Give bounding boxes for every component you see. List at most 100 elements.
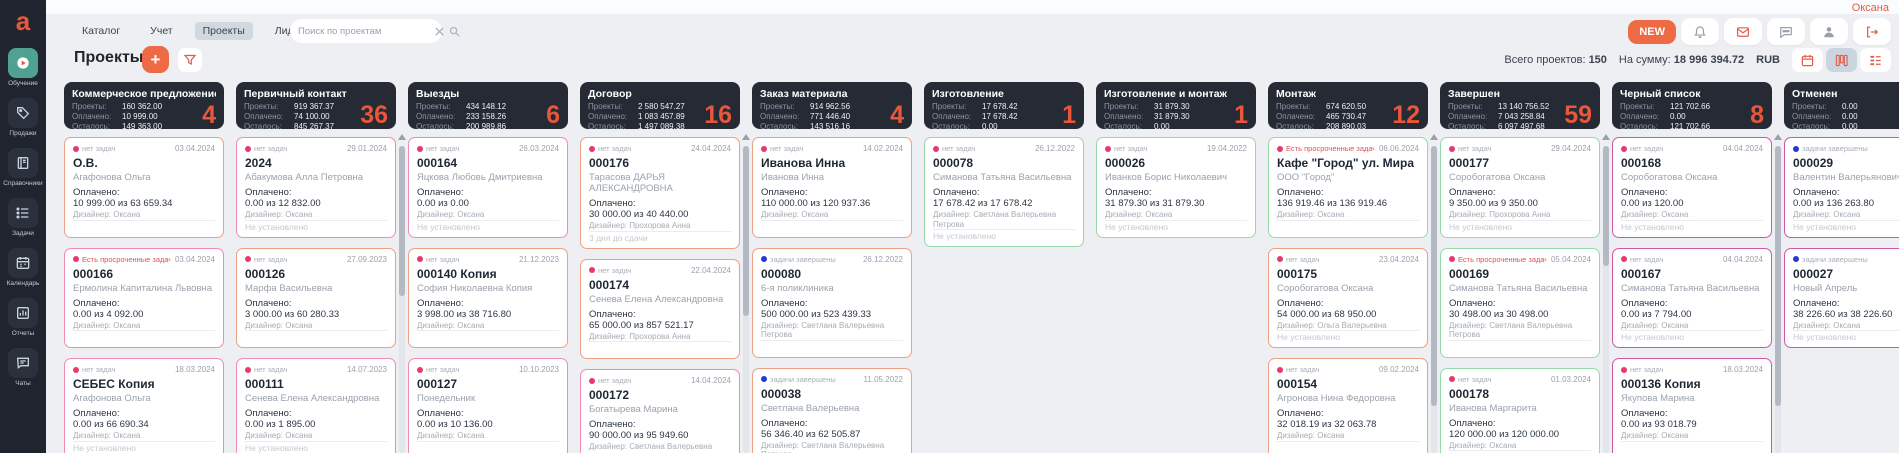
bell-button[interactable] bbox=[1681, 18, 1719, 45]
scrollbar-track[interactable] bbox=[1603, 146, 1609, 453]
project-card[interactable]: нет задач 23.04.2024 000175 Соробогатова… bbox=[1268, 247, 1428, 348]
app-logo[interactable]: a bbox=[16, 8, 30, 34]
project-card[interactable]: задачи завершены 000029 Валентин Валерья… bbox=[1784, 137, 1899, 238]
sidebar-item-чаты[interactable]: Чаты bbox=[3, 348, 42, 387]
sidebar-item-календарь[interactable]: Календарь bbox=[3, 248, 42, 287]
column-scrollbar[interactable] bbox=[742, 134, 750, 453]
view-list-button[interactable] bbox=[1860, 48, 1891, 72]
project-card[interactable]: нет задач 29.04.2024 000177 Соробогатова… bbox=[1440, 137, 1600, 238]
project-card[interactable]: нет задач 14.04.2024 000172 Богатырева М… bbox=[580, 369, 740, 453]
search-input[interactable] bbox=[298, 25, 430, 37]
scroll-up-icon[interactable] bbox=[1430, 134, 1438, 140]
project-card[interactable]: Есть просроченные задачи 06.06.2024 Кафе… bbox=[1268, 137, 1428, 238]
view-kanban-button[interactable] bbox=[1826, 48, 1857, 72]
sidebar-item-задачи[interactable]: Задачи bbox=[3, 198, 42, 237]
scroll-up-icon[interactable] bbox=[1774, 134, 1782, 140]
view-calendar-button[interactable] bbox=[1792, 48, 1823, 72]
column-left-value: 200 989.86 bbox=[466, 122, 507, 131]
project-card[interactable]: Есть просроченные задачи 05.04.2024 0001… bbox=[1440, 247, 1600, 358]
scroll-up-icon[interactable] bbox=[398, 134, 406, 140]
column-scrollbar[interactable] bbox=[1774, 134, 1782, 453]
project-card[interactable]: нет задач 26.12.2022 000078 Симанова Тат… bbox=[924, 137, 1084, 247]
card-title: 000154 bbox=[1277, 377, 1318, 391]
project-card[interactable]: Есть просроченные задачи 03.04.2024 0001… bbox=[64, 247, 224, 348]
project-card[interactable]: нет задач 03.04.2024 О.В. Агафонова Ольг… bbox=[64, 137, 224, 238]
project-card[interactable]: нет задач 14.07.2023 000111 Сенева Елена… bbox=[236, 358, 396, 453]
scrollbar-thumb[interactable] bbox=[743, 146, 749, 316]
search-icon[interactable] bbox=[449, 26, 460, 37]
column-scrollbar[interactable] bbox=[1602, 134, 1610, 453]
scrollbar-track[interactable] bbox=[399, 146, 405, 453]
scrollbar-thumb[interactable] bbox=[1431, 146, 1437, 406]
project-card[interactable]: нет задач 04.04.2024 000167 Симанова Тат… bbox=[1612, 247, 1772, 348]
column-left-label: Осталось: bbox=[72, 122, 110, 131]
scrollbar-track[interactable] bbox=[1431, 146, 1437, 453]
new-button[interactable]: NEW bbox=[1628, 19, 1676, 44]
project-card[interactable]: нет задач 10.10.2023 000127 Понедельник … bbox=[408, 358, 568, 453]
project-card[interactable]: задачи завершены 000027 Новый Апрель Опл… bbox=[1784, 247, 1899, 348]
project-card[interactable]: нет задач 09.02.2024 000154 Агронова Нин… bbox=[1268, 358, 1428, 453]
person-button[interactable] bbox=[1810, 18, 1848, 45]
scrollbar-track[interactable] bbox=[1775, 146, 1781, 453]
project-card[interactable]: нет задач 21.12.2023 000140 Копия София … bbox=[408, 247, 568, 348]
scrollbar-thumb[interactable] bbox=[1603, 146, 1609, 266]
filter-button[interactable] bbox=[178, 48, 202, 72]
logout-button[interactable] bbox=[1853, 18, 1891, 45]
scroll-up-icon[interactable] bbox=[742, 134, 750, 140]
task-status-label: нет задач bbox=[426, 254, 460, 264]
project-card[interactable]: нет задач 29.01.2024 2024 Абакумова Алла… bbox=[236, 137, 396, 238]
logout-icon bbox=[1865, 25, 1879, 39]
nav-item-учет[interactable]: Учет bbox=[142, 22, 180, 40]
scroll-up-icon[interactable] bbox=[1602, 134, 1610, 140]
nav-item-проекты[interactable]: Проекты bbox=[194, 22, 253, 40]
project-card[interactable]: нет задач 04.04.2024 000168 Соробогатова… bbox=[1612, 137, 1772, 238]
task-status-dot bbox=[1449, 145, 1455, 152]
project-card[interactable]: нет задач 18.03.2024 000136 Копия Якупов… bbox=[1612, 358, 1772, 453]
add-project-button[interactable]: + bbox=[142, 46, 169, 73]
card-designer: Дизайнер: Оксана bbox=[1105, 210, 1173, 219]
column-scrollbar[interactable] bbox=[398, 134, 406, 453]
mail-button[interactable] bbox=[1724, 18, 1762, 45]
project-card[interactable]: нет задач 22.04.2024 000174 Сенева Елена… bbox=[580, 258, 740, 359]
card-date: 05.04.2024 bbox=[1550, 254, 1591, 264]
projects-sum: На сумму: 18 996 394.72 bbox=[1618, 54, 1745, 66]
project-card[interactable]: задачи завершены 26.12.2022 000080 6-я п… bbox=[752, 247, 912, 358]
card-paid-label: Оплачено: bbox=[1621, 408, 1668, 419]
column-projects-label: Проекты: bbox=[1620, 102, 1655, 111]
sidebar-item-продажи[interactable]: Продажи bbox=[3, 98, 42, 137]
project-card[interactable]: нет задач 19.04.2022 000026 Иванков Бори… bbox=[1096, 137, 1256, 238]
clear-search-icon[interactable] bbox=[434, 26, 445, 37]
card-designer: Дизайнер: Оксана bbox=[761, 210, 829, 219]
sidebar-item-отчеты[interactable]: Отчеты bbox=[3, 298, 42, 337]
project-card[interactable]: нет задач 27.09.2023 000126 Марфа Василь… bbox=[236, 247, 396, 348]
currency-select[interactable]: RUB bbox=[1756, 54, 1780, 66]
column-header: Договор Проекты: 2 580 547.27 Оплачено: 1 … bbox=[580, 82, 740, 131]
card-status-row: нет задач 04.04.2024 bbox=[1621, 255, 1763, 264]
current-user-name[interactable]: Оксана bbox=[1852, 2, 1889, 14]
chat-button[interactable] bbox=[1767, 18, 1805, 45]
card-footer: Не установлено bbox=[417, 221, 481, 232]
card-paid-label: Оплачено: bbox=[761, 187, 808, 198]
column-scrollbar[interactable] bbox=[1430, 134, 1438, 453]
project-card[interactable]: нет задач 26.03.2024 000164 Яцкова Любов… bbox=[408, 137, 568, 238]
card-title: 000172 bbox=[589, 388, 630, 402]
card-client: Соробогатова Оксана bbox=[1277, 282, 1374, 294]
project-card[interactable]: нет задач 14.02.2024 Иванова Инна Иванов… bbox=[752, 137, 912, 238]
column-paid-label: Оплачено: bbox=[1276, 112, 1316, 121]
project-card[interactable]: нет задач 18.03.2024 СЕБЕС Копия Агафоно… bbox=[64, 358, 224, 453]
scrollbar-thumb[interactable] bbox=[399, 146, 405, 296]
column-header: Выезды Проекты: 434 148.12 Оплачено: 233 1… bbox=[408, 82, 568, 131]
search-box[interactable] bbox=[290, 19, 460, 43]
nav-item-каталог[interactable]: Каталог bbox=[74, 22, 128, 40]
column-header: Отменен Проекты: 0.00 Оплачено: 0.00 Остал… bbox=[1784, 82, 1899, 131]
scrollbar-track[interactable] bbox=[743, 146, 749, 453]
card-designer: Дизайнер: Оксана bbox=[417, 431, 485, 440]
list-view-icon bbox=[1870, 55, 1881, 65]
sidebar-item-обучение[interactable]: Обучение bbox=[3, 48, 42, 87]
card-status-row: нет задач 18.03.2024 bbox=[1621, 365, 1763, 374]
project-card[interactable]: нет задач 01.03.2024 000178 Иванова Марг… bbox=[1440, 367, 1600, 453]
scrollbar-thumb[interactable] bbox=[1775, 146, 1781, 406]
project-card[interactable]: задачи завершены 11.05.2022 000038 Светл… bbox=[752, 367, 912, 453]
project-card[interactable]: нет задач 24.04.2024 000176 Тарасова ДАР… bbox=[580, 137, 740, 249]
sidebar-item-справочники[interactable]: Справочники bbox=[3, 148, 43, 187]
